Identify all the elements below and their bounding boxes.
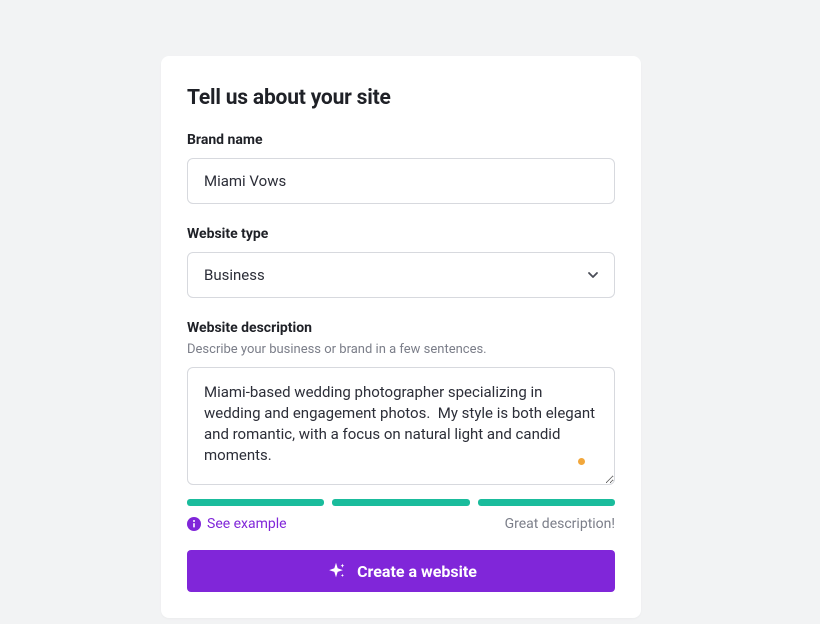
strength-segment xyxy=(187,499,324,506)
description-textarea[interactable]: Miami-based wedding photographer special… xyxy=(187,367,615,485)
website-type-select-wrap: Business xyxy=(187,252,615,298)
brand-name-label: Brand name xyxy=(187,132,615,148)
status-dot-icon xyxy=(578,458,585,465)
page-title: Tell us about your site xyxy=(187,86,615,110)
strength-segment xyxy=(332,499,469,506)
brand-name-input[interactable] xyxy=(187,158,615,204)
sparkle-icon xyxy=(325,560,347,582)
info-icon xyxy=(187,517,201,531)
strength-segment xyxy=(478,499,615,506)
description-status: Great description! xyxy=(505,516,615,532)
see-example-link[interactable]: See example xyxy=(187,516,287,532)
description-label: Website description xyxy=(187,320,615,336)
create-website-label: Create a website xyxy=(357,562,477,581)
website-type-label: Website type xyxy=(187,226,615,242)
brand-name-group: Brand name xyxy=(187,132,615,204)
create-website-button[interactable]: Create a website xyxy=(187,550,615,592)
website-type-group: Website type Business xyxy=(187,226,615,298)
description-hint: Describe your business or brand in a few… xyxy=(187,342,615,357)
see-example-text: See example xyxy=(207,516,287,532)
feedback-row: See example Great description! xyxy=(187,516,615,532)
description-textarea-wrap: Miami-based wedding photographer special… xyxy=(187,367,615,489)
description-group: Website description Describe your busine… xyxy=(187,320,615,532)
website-type-select[interactable]: Business xyxy=(187,252,615,298)
site-setup-card: Tell us about your site Brand name Websi… xyxy=(161,56,641,618)
strength-meter xyxy=(187,499,615,506)
